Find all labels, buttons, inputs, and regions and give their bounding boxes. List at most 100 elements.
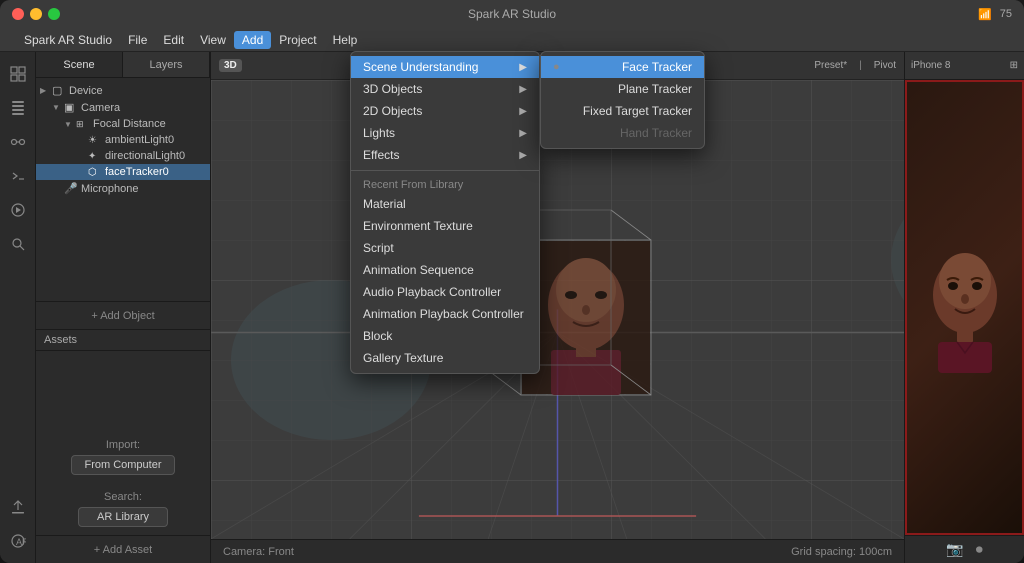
block-label: Block bbox=[363, 329, 392, 343]
left-sidebar: AR bbox=[0, 52, 36, 563]
preview-face bbox=[907, 82, 1022, 533]
menu-file[interactable]: File bbox=[120, 31, 155, 49]
menu-item-material[interactable]: Material bbox=[351, 193, 539, 215]
svg-text:AR: AR bbox=[16, 537, 26, 547]
submenu-item-plane-tracker[interactable]: Plane Tracker bbox=[541, 78, 704, 100]
tree-item-directional[interactable]: ▶ ✦ directionalLight0 bbox=[36, 148, 210, 164]
import-label: Import: bbox=[106, 439, 140, 451]
ar-library-button[interactable]: AR Library bbox=[78, 507, 168, 527]
grid-status: Grid spacing: 100cm bbox=[791, 546, 892, 558]
anim-playback-label: Animation Playback Controller bbox=[363, 307, 524, 321]
tree-item-device[interactable]: ▶ ▢ Device bbox=[36, 82, 210, 99]
fixed-target-label: Fixed Target Tracker bbox=[583, 104, 692, 118]
sidebar-icon-patches[interactable] bbox=[4, 128, 32, 156]
menu-item-audio-playback[interactable]: Audio Playback Controller bbox=[351, 281, 539, 303]
preview-toolbar: iPhone 8 ⊞ bbox=[905, 52, 1024, 80]
2d-objects-arrow: ▶ bbox=[519, 106, 527, 117]
menu-item-script[interactable]: Script bbox=[351, 237, 539, 259]
menu-item-2d-objects[interactable]: 2D Objects ▶ bbox=[351, 100, 539, 122]
submenu-item-hand-tracker: Hand Tracker bbox=[541, 122, 704, 144]
anim-seq-label: Animation Sequence bbox=[363, 263, 474, 277]
sidebar-icon-scene[interactable] bbox=[4, 60, 32, 88]
assets-search: Search: AR Library bbox=[36, 483, 210, 535]
add-object-button[interactable]: + Add Object bbox=[36, 301, 210, 329]
expand-icon[interactable]: ⊞ bbox=[1010, 60, 1018, 71]
assets-panel: Assets Import: From Computer Search: AR … bbox=[36, 329, 210, 563]
face-preview-svg bbox=[920, 243, 1010, 373]
minimize-button[interactable] bbox=[30, 8, 42, 20]
tree-label-ambient: ambientLight0 bbox=[105, 134, 174, 146]
add-asset-button[interactable]: + Add Asset bbox=[36, 535, 210, 563]
scene-tree: ▶ ▢ Device ▼ ▣ Camera ▼ ⊞ Focal Distance bbox=[36, 78, 210, 301]
menu-edit[interactable]: Edit bbox=[155, 31, 192, 49]
tree-item-facetracker[interactable]: ▶ ⬡ faceTracker0 bbox=[36, 164, 210, 180]
preset-separator: | bbox=[859, 60, 862, 71]
menubar: Spark AR Studio File Edit View Add Proje… bbox=[0, 28, 1024, 52]
ambient-icon: ☀ bbox=[88, 135, 102, 146]
tree-arrow-camera: ▼ bbox=[52, 103, 64, 112]
lights-arrow: ▶ bbox=[519, 128, 527, 139]
sidebar-icon-simulate[interactable] bbox=[4, 196, 32, 224]
submenu-item-fixed-target[interactable]: Fixed Target Tracker bbox=[541, 100, 704, 122]
tree-label-device: Device bbox=[69, 85, 103, 97]
menu-spark[interactable]: Spark AR Studio bbox=[16, 31, 120, 49]
menu-item-scene-understanding[interactable]: Scene Understanding ▶ bbox=[351, 56, 539, 78]
import-from-computer-button[interactable]: From Computer bbox=[71, 455, 174, 475]
menu-add[interactable]: Add bbox=[234, 31, 271, 49]
menu-item-env-texture[interactable]: Environment Texture bbox=[351, 215, 539, 237]
script-label: Script bbox=[363, 241, 394, 255]
3d-badge: 3D bbox=[219, 59, 242, 72]
tree-item-ambient[interactable]: ▶ ☀ ambientLight0 bbox=[36, 132, 210, 148]
lights-label: Lights bbox=[363, 126, 395, 140]
menu-item-anim-seq[interactable]: Animation Sequence bbox=[351, 259, 539, 281]
microphone-icon: 🎤 bbox=[64, 182, 78, 195]
camera-preview-icon[interactable]: 📷 bbox=[946, 541, 963, 558]
viewport-statusbar: Camera: Front Grid spacing: 100cm bbox=[211, 539, 904, 563]
tree-label-facetracker: faceTracker0 bbox=[105, 166, 169, 178]
device-label: iPhone 8 bbox=[911, 60, 950, 71]
menu-item-effects[interactable]: Effects ▶ bbox=[351, 144, 539, 166]
titlebar: Spark AR Studio 📶 75 bbox=[0, 0, 1024, 28]
effects-arrow: ▶ bbox=[519, 150, 527, 161]
menu-item-3d-objects[interactable]: 3D Objects ▶ bbox=[351, 78, 539, 100]
menu-item-gallery-texture[interactable]: Gallery Texture bbox=[351, 347, 539, 369]
menu-project[interactable]: Project bbox=[271, 31, 324, 49]
sidebar-icon-share[interactable]: AR bbox=[4, 527, 32, 555]
tree-item-camera[interactable]: ▼ ▣ Camera bbox=[36, 99, 210, 116]
audio-playback-label: Audio Playback Controller bbox=[363, 285, 501, 299]
2d-objects-label: 2D Objects bbox=[363, 104, 422, 118]
pivot-label: Pivot bbox=[874, 60, 896, 71]
submenu-item-face-tracker[interactable]: ● Face Tracker bbox=[541, 56, 704, 78]
sidebar-icon-upload[interactable] bbox=[4, 493, 32, 521]
maximize-button[interactable] bbox=[48, 8, 60, 20]
scene-understanding-label: Scene Understanding bbox=[363, 60, 478, 74]
menu-view[interactable]: View bbox=[192, 31, 234, 49]
tree-label-camera: Camera bbox=[81, 102, 120, 114]
sidebar-icon-layers[interactable] bbox=[4, 94, 32, 122]
facetracker-icon: ⬡ bbox=[88, 167, 102, 178]
panel-tabs: Scene Layers bbox=[36, 52, 210, 78]
close-button[interactable] bbox=[12, 8, 24, 20]
tab-layers[interactable]: Layers bbox=[123, 52, 210, 77]
3d-objects-arrow: ▶ bbox=[519, 84, 527, 95]
traffic-lights bbox=[12, 8, 60, 20]
menu-item-anim-playback[interactable]: Animation Playback Controller bbox=[351, 303, 539, 325]
tree-item-focal[interactable]: ▼ ⊞ Focal Distance bbox=[36, 116, 210, 132]
face-tracker-check: ● bbox=[553, 61, 567, 73]
menu-help[interactable]: Help bbox=[325, 31, 366, 49]
menu-divider bbox=[351, 170, 539, 171]
preview-controls: 📷 ⏺ bbox=[905, 535, 1024, 563]
tab-scene[interactable]: Scene bbox=[36, 52, 123, 77]
face-tracker-label: Face Tracker bbox=[622, 60, 692, 74]
window-title: Spark AR Studio bbox=[468, 7, 556, 21]
tree-item-microphone[interactable]: ▶ 🎤 Microphone bbox=[36, 180, 210, 197]
menu-item-lights[interactable]: Lights ▶ bbox=[351, 122, 539, 144]
wifi-icon: 📶 bbox=[978, 8, 992, 21]
menu-item-block[interactable]: Block bbox=[351, 325, 539, 347]
record-preview-icon[interactable]: ⏺ bbox=[976, 541, 983, 558]
sidebar-icon-console[interactable] bbox=[4, 162, 32, 190]
sidebar-icon-search[interactable] bbox=[4, 230, 32, 258]
search-label: Search: bbox=[104, 491, 142, 503]
tree-label-microphone: Microphone bbox=[81, 183, 138, 195]
battery-indicator: 75 bbox=[1000, 8, 1012, 20]
